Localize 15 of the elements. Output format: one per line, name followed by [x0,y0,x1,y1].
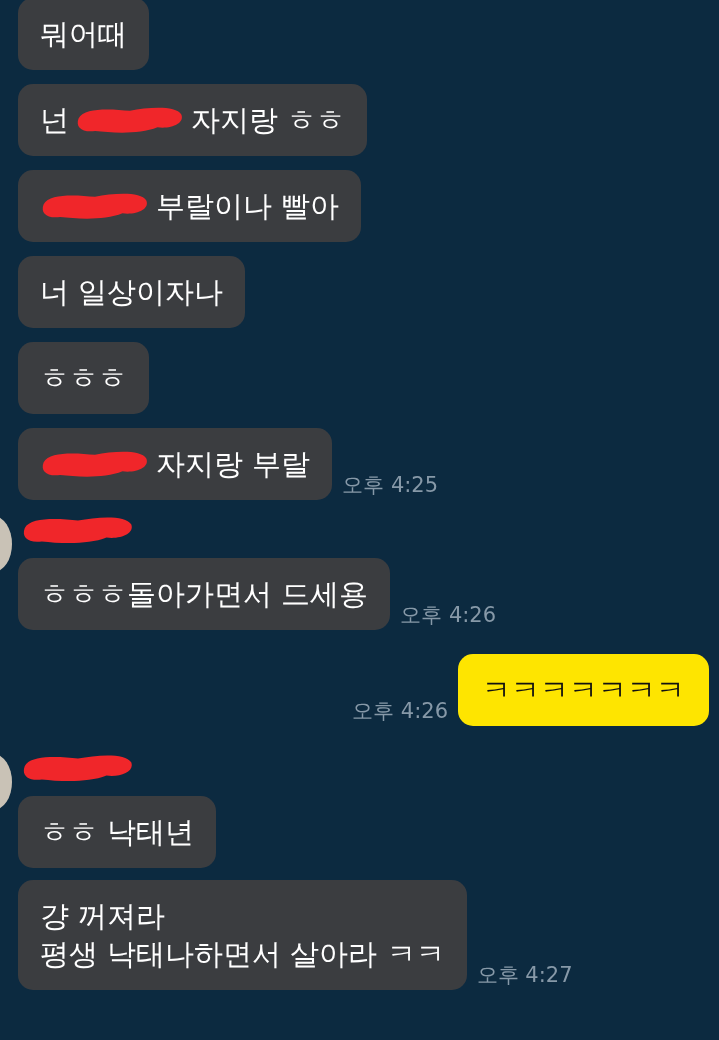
message-text: 너 일상이자나 [40,274,224,311]
message-text: 넌 [40,102,69,139]
message-text: 걍 꺼져라 평생 낙태나하면서 살아라 ㅋㅋ [40,898,445,973]
message-text: ㅋㅋㅋㅋㅋㅋㅋ [482,672,685,709]
message-time: 오후 4:25 [342,472,439,498]
message-text: 자지랑 ㅎㅎ [191,102,346,139]
message-text: ㅎㅎ 낙태년 [40,814,195,851]
message-text: 자지랑 부랄 [156,446,311,483]
message-text: ㅎㅎㅎ [40,360,127,397]
message-text: ㅎㅎㅎ돌아가면서 드세용 [40,576,369,613]
message-time: 오후 4:26 [352,698,448,724]
message-time: 오후 4:27 [476,962,573,988]
message-time: 오후 4:26 [400,602,497,628]
message-text: 부랄이나 빨아 [156,188,340,225]
message-text: 뭐어때 [40,16,127,53]
